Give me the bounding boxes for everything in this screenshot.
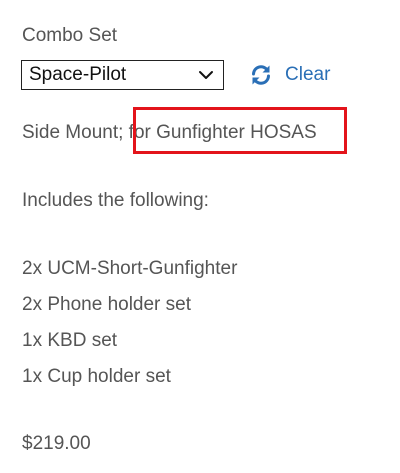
- clear-button-label: Clear: [285, 64, 331, 85]
- list-item: 1x KBD set: [22, 330, 118, 351]
- refresh-icon: [248, 62, 274, 88]
- mount-prefix-text: Side Mount;: [22, 122, 124, 143]
- chevron-down-icon: [197, 66, 215, 84]
- combo-set-select[interactable]: Space-Pilot: [21, 60, 224, 90]
- list-item: 1x Cup holder set: [22, 366, 171, 387]
- list-item: 2x UCM-Short-Gunfighter: [22, 258, 238, 279]
- list-item: 2x Phone holder set: [22, 294, 192, 315]
- combo-set-label: Combo Set: [22, 25, 118, 46]
- includes-heading: Includes the following:: [22, 190, 209, 211]
- mount-highlight-text: for Gunfighter HOSAS: [123, 122, 317, 143]
- mount-description: Side Mount; for Gunfighter HOSAS: [22, 122, 317, 144]
- clear-button[interactable]: Clear: [248, 60, 330, 90]
- price-value: $219.00: [22, 433, 91, 454]
- combo-set-selected-value: Space-Pilot: [29, 64, 127, 85]
